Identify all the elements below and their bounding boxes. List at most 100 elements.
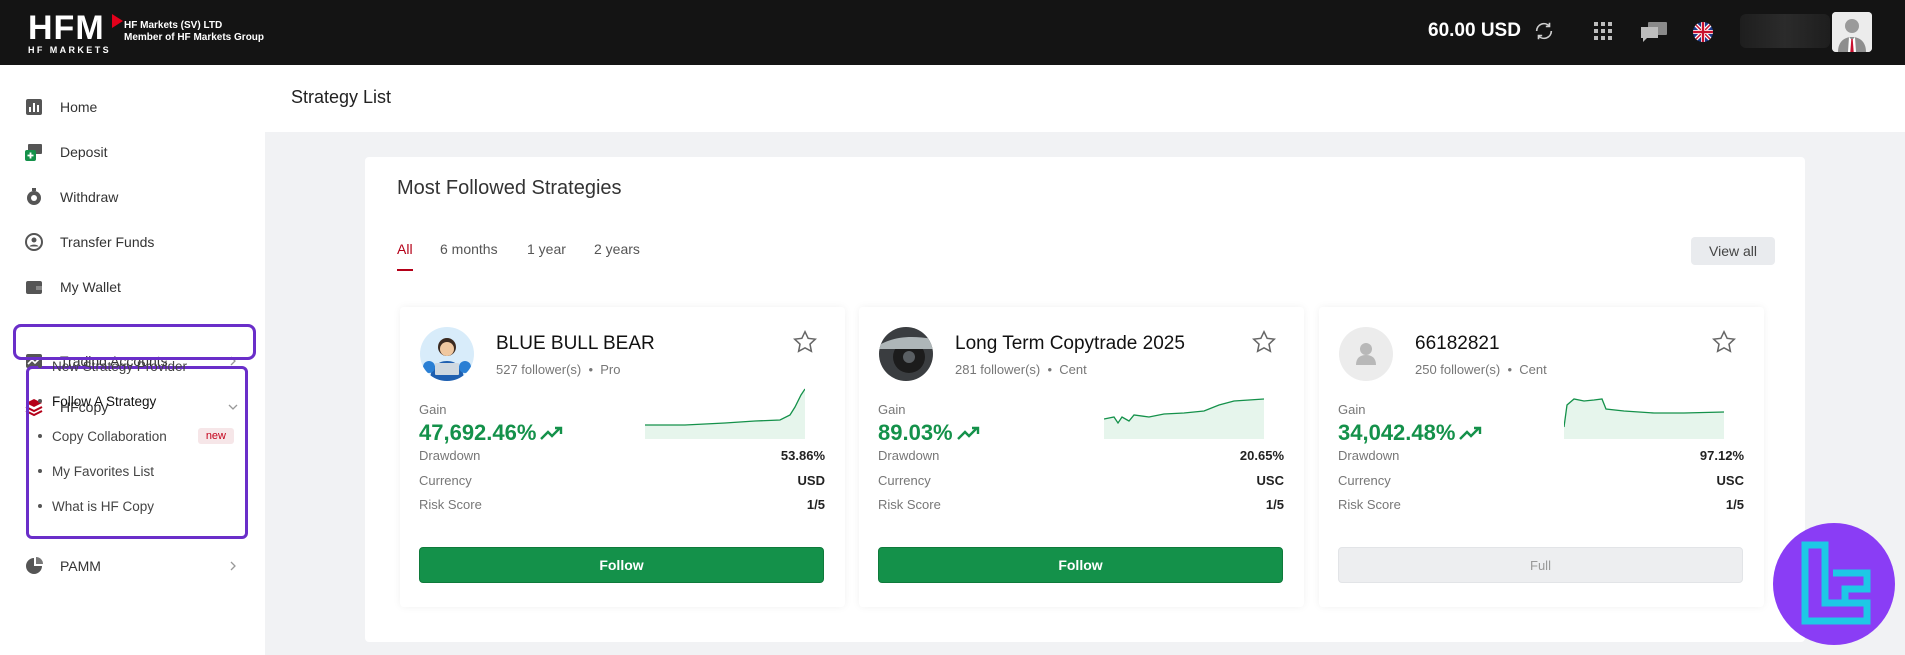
- strategy-avatar: [420, 327, 474, 381]
- trend-up-icon: [540, 426, 563, 440]
- company-line-1: HF Markets (SV) LTD: [124, 20, 223, 31]
- submenu-item-label: What is HF Copy: [52, 498, 155, 514]
- currency-value: USC: [1256, 473, 1284, 488]
- tab-all[interactable]: All: [397, 241, 413, 257]
- favorite-star-icon[interactable]: [1251, 329, 1277, 355]
- sidebar-item-label: PAMM: [60, 558, 101, 574]
- sidebar-item-transfer-funds[interactable]: Transfer Funds: [0, 222, 265, 262]
- new-badge: new: [197, 428, 234, 444]
- risk-score-value: 1/5: [1725, 497, 1744, 512]
- gain-value: 47,692.46%: [419, 420, 564, 446]
- strategy-meta: 250 follower(s) • Cent: [1415, 362, 1547, 377]
- sidebar: Home Deposit Withdraw Transfer Funds My …: [0, 65, 265, 655]
- sidebar-item-home[interactable]: Home: [0, 87, 265, 127]
- strategy-name[interactable]: BLUE BULL BEAR: [496, 333, 655, 355]
- gain-sparkline: [1564, 398, 1724, 439]
- currency-value: USD: [797, 473, 825, 488]
- logo-text: HFM: [28, 9, 105, 47]
- follow-button[interactable]: Follow: [419, 547, 824, 583]
- user-avatar[interactable]: [1832, 12, 1872, 52]
- gain-value: 34,042.48%: [1338, 420, 1483, 446]
- most-followed-panel: Most Followed Strategies All 6 months 1 …: [365, 157, 1805, 642]
- wallet-icon: [26, 281, 42, 294]
- submenu-item-my-favorites-list[interactable]: My Favorites List: [30, 461, 240, 481]
- account-type: Pro: [600, 362, 621, 377]
- withdraw-icon: [27, 188, 41, 205]
- drawdown-value: 97.12%: [1699, 448, 1744, 463]
- follow-button[interactable]: Follow: [878, 547, 1283, 583]
- sidebar-item-my-wallet[interactable]: My Wallet: [0, 267, 265, 307]
- page-header: Strategy List: [265, 65, 1905, 132]
- strategy-avatar-image: [879, 327, 933, 381]
- chevron-right-icon: [230, 561, 236, 571]
- sidebar-item-deposit[interactable]: Deposit: [0, 132, 265, 172]
- drawdown-label: Drawdown: [1338, 448, 1400, 463]
- full-button[interactable]: Full: [1338, 547, 1743, 583]
- strategy-avatar-image: [420, 327, 474, 381]
- trend-up-icon: [956, 426, 979, 440]
- tc-watermark-logo: [1773, 523, 1895, 645]
- submenu-item-label: Follow A Strategy: [52, 393, 157, 409]
- pie-icon: [26, 557, 43, 574]
- chat-icon[interactable]: [1640, 21, 1668, 43]
- tab-2-years[interactable]: 2 years: [594, 241, 640, 257]
- followers-count: 250 follower(s): [1415, 362, 1501, 377]
- gain-percent: 89.03%: [878, 420, 953, 445]
- top-bar: HFM HF MARKETS HF Markets (SV) LTD Membe…: [0, 0, 1905, 65]
- submenu-item-new-strategy-provider[interactable]: New Strategy Provider: [30, 356, 240, 376]
- uk-flag-icon[interactable]: [1693, 22, 1713, 42]
- user-name-blurred[interactable]: [1740, 14, 1830, 48]
- submenu-item-follow-a-strategy[interactable]: Follow A Strategy: [30, 391, 240, 411]
- sidebar-item-label: Withdraw: [60, 189, 119, 205]
- transfer-icon: [25, 233, 43, 251]
- tab-1-year[interactable]: 1 year: [527, 241, 566, 257]
- risk-score-value: 1/5: [806, 497, 825, 512]
- risk-score-label: Risk Score: [419, 497, 482, 512]
- drawdown-value: 20.65%: [1239, 448, 1284, 463]
- apps-grid-icon[interactable]: [1594, 22, 1612, 40]
- sidebar-item-label: Home: [60, 99, 98, 115]
- strategy-name[interactable]: 66182821: [1415, 333, 1500, 355]
- sidebar-item-withdraw[interactable]: Withdraw: [0, 177, 265, 217]
- gain-label: Gain: [419, 402, 447, 417]
- followers-count: 527 follower(s): [496, 362, 582, 377]
- active-tab-underline: [397, 269, 413, 271]
- tab-6-months[interactable]: 6 months: [440, 241, 498, 257]
- account-type: Cent: [1519, 362, 1547, 377]
- view-all-button[interactable]: View all: [1691, 237, 1775, 265]
- default-avatar-icon: [1339, 327, 1393, 381]
- sidebar-item-pamm[interactable]: PAMM: [0, 546, 265, 586]
- favorite-star-icon[interactable]: [792, 329, 818, 355]
- gain-sparkline: [645, 388, 805, 439]
- favorite-star-icon[interactable]: [1711, 329, 1737, 355]
- strategy-card[interactable]: Long Term Copytrade 2025 281 follower(s)…: [859, 307, 1304, 607]
- risk-score-label: Risk Score: [878, 497, 941, 512]
- risk-score-label: Risk Score: [1338, 497, 1401, 512]
- strategy-name[interactable]: Long Term Copytrade 2025: [955, 333, 1185, 355]
- panel-title: Most Followed Strategies: [397, 177, 622, 199]
- gain-value: 89.03%: [878, 420, 981, 446]
- logo-subtext: HF MARKETS: [28, 45, 111, 55]
- currency-label: Currency: [419, 473, 472, 488]
- strategy-meta: 281 follower(s) • Cent: [955, 362, 1087, 377]
- company-line-2: Member of HF Markets Group: [124, 32, 265, 43]
- strategy-avatar: [1339, 327, 1393, 381]
- strategy-avatar: [879, 327, 933, 381]
- gain-percent: 34,042.48%: [1338, 420, 1456, 445]
- logo-flag-icon: [112, 14, 123, 28]
- sidebar-item-label: Transfer Funds: [60, 234, 155, 250]
- strategy-meta: 527 follower(s) • Pro: [496, 362, 621, 377]
- submenu-item-copy-collaboration[interactable]: Copy Collaboration new: [30, 426, 240, 446]
- hfm-logo[interactable]: HFM HF MARKETS: [28, 9, 123, 55]
- currency-label: Currency: [1338, 473, 1391, 488]
- trend-up-icon: [1459, 426, 1482, 440]
- drawdown-label: Drawdown: [878, 448, 940, 463]
- hfcopy-highlight-box: [13, 324, 256, 360]
- page-title: Strategy List: [291, 87, 392, 107]
- strategy-card[interactable]: 66182821 250 follower(s) • Cent Gain 34,…: [1319, 307, 1764, 607]
- strategy-card[interactable]: BLUE BULL BEAR 527 follower(s) • Pro Gai…: [400, 307, 845, 607]
- risk-score-value: 1/5: [1265, 497, 1284, 512]
- refresh-icon[interactable]: [1533, 20, 1555, 42]
- submenu-item-what-is-hf-copy[interactable]: What is HF Copy: [30, 496, 240, 516]
- account-type: Cent: [1059, 362, 1087, 377]
